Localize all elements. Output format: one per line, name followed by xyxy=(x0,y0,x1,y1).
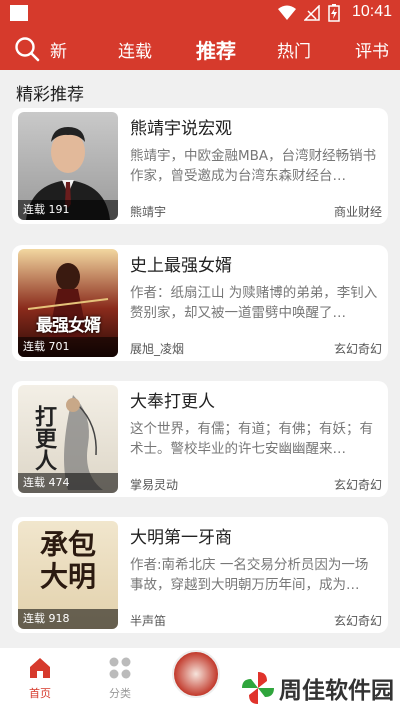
wifi-icon xyxy=(278,5,296,20)
book-cover[interactable]: 连载 191 xyxy=(18,112,118,220)
section-title: 精彩推荐 xyxy=(16,85,84,105)
book-genre: 商业财经 xyxy=(333,205,382,219)
book-author: 掌易灵动 xyxy=(130,478,179,492)
book-genre: 玄幻奇幻 xyxy=(333,478,382,492)
book-cover[interactable]: 打更人 连载 474 xyxy=(18,385,118,493)
tab-new[interactable]: 新 xyxy=(50,37,67,62)
signal-icon xyxy=(304,5,320,21)
book-card[interactable]: 承包大明 连载 918 大明第一牙商 作者:南希北庆 一名交易分析员因为一场事故… xyxy=(12,517,388,633)
book-genre: 玄幻奇幻 xyxy=(333,614,382,628)
book-author: 熊靖宇 xyxy=(130,205,167,219)
notification-icon xyxy=(10,5,28,21)
tab-storytelling[interactable]: 评书 xyxy=(355,37,389,62)
cover-title: 承包大明 xyxy=(39,528,96,593)
book-title[interactable]: 史上最强女婿 xyxy=(130,251,232,276)
nav-home-label: 首页 xyxy=(29,687,51,700)
book-description: 作者：纸扇江山 为赎赌博的弟弟，李钊入赘别家，却又被一道雷劈中唤醒了… xyxy=(130,285,378,321)
cover-title: 最强女婿 xyxy=(36,316,101,336)
tab-serial[interactable]: 连载 xyxy=(118,37,152,62)
book-title[interactable]: 熊靖宇说宏观 xyxy=(130,114,232,139)
now-playing-disc[interactable] xyxy=(172,650,220,698)
battery-icon xyxy=(328,4,340,22)
tab-recommend[interactable]: 推荐 xyxy=(196,35,236,64)
book-card[interactable]: 最强女婿 连载 701 史上最强女婿 作者：纸扇江山 为赎赌博的弟弟，李钊入赘别… xyxy=(12,245,388,361)
book-cover[interactable]: 最强女婿 连载 701 xyxy=(18,249,118,357)
book-title[interactable]: 大奉打更人 xyxy=(130,387,215,412)
nav-category[interactable]: 分类 xyxy=(95,656,145,701)
status-icons xyxy=(278,4,340,22)
pinwheel-logo-icon xyxy=(242,672,274,704)
book-description: 这个世界，有儒；有道；有佛；有妖；有术士。警校毕业的许七安幽幽醒来… xyxy=(130,421,373,457)
book-description: 作者:南希北庆 一名交易分析员因为一场事故，穿越到大明朝万历年间，成为… xyxy=(130,557,369,593)
bottom-nav: 首页 分类 周佳软件园 xyxy=(0,648,400,711)
nav-category-label: 分类 xyxy=(109,687,131,700)
serial-badge: 连载 918 xyxy=(18,609,118,629)
book-card[interactable]: 连载 191 熊靖宇说宏观 熊靖宇，中欧金融MBA，台湾财经畅销书作家，曾受邀成… xyxy=(12,108,388,224)
book-title[interactable]: 大明第一牙商 xyxy=(130,523,232,548)
watermark: 周佳软件园 xyxy=(241,671,394,705)
status-bar: 10:41 xyxy=(0,0,400,26)
watermark-text: 周佳软件园 xyxy=(279,678,394,704)
grid-icon xyxy=(109,657,131,679)
nav-home[interactable]: 首页 xyxy=(15,656,65,701)
serial-badge: 连载 191 xyxy=(18,200,118,220)
cover-title: 打更人 xyxy=(31,405,56,471)
book-cover[interactable]: 承包大明 连载 918 xyxy=(18,521,118,629)
book-author: 半声笛 xyxy=(130,614,167,628)
serial-badge: 连载 701 xyxy=(18,337,118,357)
serial-badge: 连载 474 xyxy=(18,473,118,493)
tab-hot[interactable]: 热门 xyxy=(277,37,311,62)
book-author: 展旭_凌烟 xyxy=(130,342,185,356)
home-icon xyxy=(30,658,50,678)
search-icon[interactable] xyxy=(14,36,40,62)
book-genre: 玄幻奇幻 xyxy=(333,342,382,356)
status-time: 10:41 xyxy=(351,3,392,20)
book-description: 熊靖宇，中欧金融MBA，台湾财经畅销书作家，曾受邀成为台湾东森财经台… xyxy=(130,148,377,184)
top-nav: 新 连载 推荐 热门 评书 xyxy=(0,26,400,70)
book-card[interactable]: 打更人 连载 474 大奉打更人 这个世界，有儒；有道；有佛；有妖；有术士。警校… xyxy=(12,381,388,497)
